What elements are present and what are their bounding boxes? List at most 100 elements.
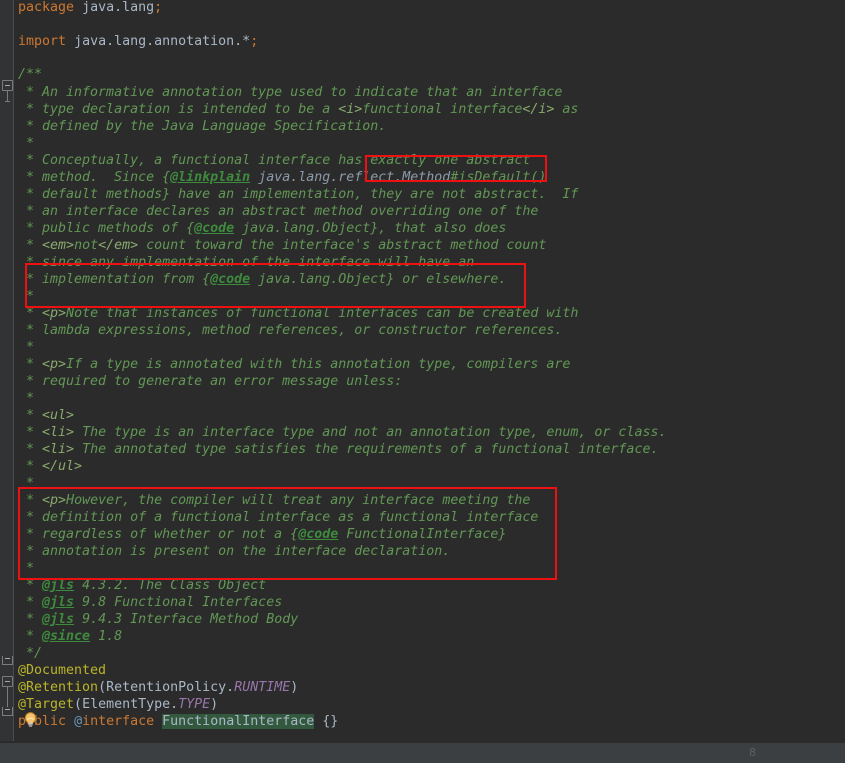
code-token: * defined by the Java Language Specifica… [18,119,387,134]
code-token: . [170,697,179,712]
code-token: The annotated type satisfies the require… [74,442,659,457]
code-token: * [18,459,43,474]
code-token: * [18,493,43,508]
code-token: count toward the interface's abstract me… [138,238,547,253]
code-token: * [18,357,43,372]
code-text-area[interactable]: package java.lang; import java.lang.anno… [14,0,845,742]
code-token: * [18,578,43,593]
code-token: * An informative annotation type used to… [18,85,563,100]
code-token[interactable]: @code [194,221,234,236]
code-token: * method. Since { [18,170,171,185]
code-line: * implementation from {@code java.lang.O… [18,270,506,289]
code-token: If a type is annotated with this annotat… [66,357,571,372]
code-token: @Documented [18,663,107,678]
code-token: FunctionalInterface [162,714,315,729]
code-token: * required to generate an error message … [18,374,403,389]
code-token: * [18,391,35,406]
code-editor-window: package java.lang; import java.lang.anno… [0,0,845,763]
code-line: * defined by the Java Language Specifica… [18,117,386,136]
code-token: * type declaration is intended to be a [18,102,339,117]
code-token: * [18,629,43,644]
fold-marker-javadoc-end[interactable] [2,656,13,665]
code-line: * required to generate an error message … [18,372,402,391]
code-token: */ [18,646,43,661]
code-token: * [18,289,35,304]
code-token: ; [250,34,259,49]
code-token: functional interface [362,102,523,117]
code-token: java.lang.annotation.* [74,34,251,49]
code-token: * [18,476,35,491]
fold-marker-javadoc-tail [5,91,10,102]
code-token: @Target [18,697,75,712]
code-token: * [18,136,35,151]
code-token: interface [82,714,155,729]
code-line: import java.lang.annotation.*; [18,32,258,51]
code-token: * [18,612,43,627]
code-token: * [18,340,35,355]
code-token: . [226,680,235,695]
code-token: * [18,238,43,253]
intention-lightbulb-icon[interactable] [22,711,39,728]
code-line: * annotation is present on the interface… [18,542,450,561]
code-token[interactable]: @jls [42,612,74,627]
code-token: as [554,102,579,117]
code-token: * public methods of { [18,221,195,236]
code-token: {} [314,714,339,729]
code-token: RetentionPolicy [106,680,227,695]
code-token: TYPE [178,697,211,712]
code-token: * lambda expressions, method references,… [18,323,563,338]
fold-marker-javadoc[interactable] [2,80,13,91]
code-line: /** [18,65,42,84]
code-token: * annotation is present on the interface… [18,544,451,559]
code-token: * [18,442,43,457]
code-token: The type is an interface type and not an… [74,425,667,440]
code-line: * lambda expressions, method references,… [18,321,562,340]
code-token: package [18,0,75,15]
code-token: * default methods} have an implementatio… [18,187,579,202]
code-token: </ul> [42,459,83,474]
status-bar: 8 [0,742,845,763]
code-token: * [18,408,43,423]
code-token: java.lang.reflect.Method [258,170,451,185]
code-token: <i> [338,102,363,117]
code-token[interactable]: @linkplain [170,170,250,185]
code-token: java.lang.Object}, that also does [234,221,507,236]
code-token[interactable]: @jls [42,578,74,593]
code-token[interactable]: @code [298,527,338,542]
code-token: 4.3.2. The Class Object [74,578,267,593]
editor-gutter[interactable] [0,0,14,742]
code-token: <p> [42,306,67,321]
code-token: #isDefault() [450,170,547,185]
code-token: * since any implementation of the interf… [18,255,475,270]
code-line: package java.lang; [18,0,162,17]
code-token: <p> [42,357,67,372]
code-token: <li> [42,425,75,440]
code-token: * implementation from { [18,272,211,287]
code-token: </i> [522,102,555,117]
code-token[interactable]: @code [210,272,250,287]
code-token: import [18,34,67,49]
code-token: 9.8 Functional Interfaces [74,595,283,610]
code-line: * <li> The annotated type satisfies the … [18,440,658,459]
code-token: However, the compiler will treat any int… [66,493,531,508]
code-token: java.lang.Object} or elsewhere. [250,272,507,287]
code-token: * [18,561,35,576]
code-token: ; [154,0,163,15]
fold-marker-declaration[interactable] [2,707,13,716]
code-token: <em> [42,238,75,253]
code-token: ) [210,697,219,712]
code-token: ( [74,697,83,712]
code-token: not [74,238,99,253]
code-token: * Conceptually, a functional interface h… [18,153,531,168]
code-token[interactable]: @jls [42,595,74,610]
fold-marker-annotations[interactable] [2,676,13,687]
code-line: public @interface FunctionalInterface {} [18,712,338,731]
code-token: 9.4.3 Interface Method Body [74,612,299,627]
code-token: @ [74,714,83,729]
status-line-indicator: 8 [749,746,756,759]
code-token: Note that instances of functional interf… [66,306,579,321]
code-token[interactable]: @since [42,629,90,644]
